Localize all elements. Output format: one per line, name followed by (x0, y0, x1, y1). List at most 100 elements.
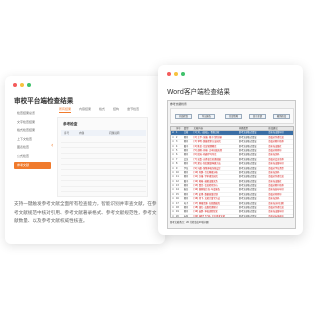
table-cell: 报告 (183, 188, 189, 192)
table-cell: [8] 郑洁. 知识图谱构建方法 (193, 162, 221, 166)
table-cell: 18 (175, 206, 179, 210)
close-dot-icon[interactable] (13, 83, 17, 87)
table-cell: 13 (175, 184, 179, 188)
table-row[interactable]: ☐ 20 标准 [20] GB/T 7714. 文后参考文献 参考文献格式错误 请核对标准… (171, 214, 293, 218)
sidebar-item[interactable]: 检查结果总览 (14, 110, 51, 118)
column-header: 序号 (175, 127, 181, 130)
window-controls (13, 83, 31, 87)
table-cell: 参考文献格式错误 (238, 214, 257, 218)
table-cell: 参考文献格式错误 (238, 210, 257, 214)
column-header: 文献内容 (193, 127, 203, 130)
table-cell: 文献 (183, 131, 189, 135)
table-cell: 期刊 (183, 162, 189, 166)
sidebar-item[interactable]: 公式检查 (14, 153, 51, 161)
table-cell: [9] 冯晨. 智能审校系统设计 (193, 166, 221, 170)
table-cell: 期刊 (183, 210, 189, 214)
table-cell: [10] 何静. 引文网络分析 (193, 170, 218, 174)
maximize-dot-icon[interactable] (181, 72, 185, 76)
table-cell: 参考文献格式错误 (238, 144, 257, 148)
table-cell: 14 (175, 188, 179, 192)
tab-content[interactable]: 内容结果 (79, 107, 91, 113)
feature-description: 支持一键触发参考文献全面所有检查能力，智能识别并审查文献，在参考文献规范中核对引… (14, 202, 157, 224)
table-cell: 请补充访问日期 (268, 201, 284, 205)
column-header: 类型 (183, 127, 189, 130)
tab-structure[interactable]: 结构 (113, 107, 119, 113)
list-item[interactable] (61, 187, 146, 192)
table-cell: 参考文献格式错误 (238, 201, 257, 205)
ignore-all-button[interactable]: 全部忽略 (225, 114, 242, 119)
table-cell: 期刊 (183, 206, 189, 210)
table-cell: 标准 (183, 214, 189, 218)
start-check-button[interactable]: 开始检查 (175, 114, 192, 119)
tab-all-results[interactable]: 所有结果 (59, 107, 72, 113)
table-cell: [1] 刘，《高校》，智能文献 (193, 131, 220, 135)
column-header: 内容 (79, 132, 85, 135)
table-cell: 期刊 (183, 184, 189, 188)
table-cell: 请核对学位类型 (268, 166, 284, 170)
tab-chapter[interactable]: 章节检查 (127, 107, 139, 113)
card-title: Word客户端检查结果 (167, 88, 231, 96)
table-cell: 期刊 (183, 148, 189, 152)
table-cell: 16 (175, 197, 179, 201)
table-cell: 3 (175, 140, 178, 144)
table-cell: 19 (175, 210, 179, 214)
platform-result-card: 审校平台端检查结果 检查结果总览 文字检查结果 格式检查结果 上下文检查 图表检… (5, 76, 165, 244)
table-cell: [18] 潘红. 出版伦理探讨 (193, 206, 218, 210)
table-cell: 请补充页码 (268, 153, 280, 157)
sidebar-item[interactable]: 文字检查结果 (14, 119, 51, 127)
results-table: 序号 类型 文献内容 问题类型 修改建议 ☑ 1 文献 [1] 刘，《高校》，智能文献… (170, 126, 294, 218)
table-cell: 请补充出版年份 (268, 210, 284, 214)
table-cell: 期刊 (183, 135, 189, 139)
export-report-button[interactable]: 导出报告 (198, 114, 215, 119)
table-cell: 期刊 (183, 153, 189, 157)
table-cell: 12 (175, 179, 179, 183)
toolbar: 开始检查 导出报告 全部忽略 显示全部 撤销修改 (170, 108, 294, 124)
table-cell: [19] 袁野. 审校流程优化 (193, 210, 218, 214)
sidebar-item[interactable]: 格式检查结果 (14, 127, 51, 135)
table-cell: 参考文献格式错误 (238, 197, 257, 201)
table-cell: 请核对作者信息 (268, 135, 284, 139)
sidebar-item-references[interactable]: 参考文献 (14, 161, 51, 170)
window-controls (167, 72, 185, 76)
close-dot-icon[interactable] (167, 72, 171, 76)
table-cell: 参考文献格式错误 (238, 170, 257, 174)
show-all-button[interactable]: 显示全部 (249, 114, 266, 119)
column-header: 修改建议 (268, 127, 278, 130)
maximize-dot-icon[interactable] (27, 83, 31, 87)
table-cell: 请核对作者信息 (268, 175, 284, 179)
table-cell: 请补充页码 (268, 197, 280, 201)
table-cell: 参考文献格式错误 (238, 157, 257, 161)
table-cell: 图书 (183, 179, 189, 183)
column-header: 问题说明 (109, 132, 120, 135)
table-cell: [7] 吴磊. 自然语言处理进展 (193, 157, 221, 161)
word-client-result-card: Word客户端检查结果 参考文献检查 开始检查 导出报告 全部忽略 显示全部 撤… (158, 65, 303, 235)
card-title: 审校平台端检查结果 (14, 97, 74, 105)
table-body: ☑ 1 文献 [1] 刘，《高校》，智能文献 参考文献格式错误 请补充出版年份 ☐ 2 期刊 [2… (171, 131, 293, 218)
table-cell: 期刊 (183, 170, 189, 174)
undo-button[interactable]: 撤销修改 (273, 114, 290, 119)
table-cell: 参考文献格式错误 (238, 131, 257, 135)
table-cell: 1 (175, 131, 178, 135)
tab-format[interactable]: 格式 (99, 107, 105, 113)
table-cell: 请核对期刊名称 (268, 184, 284, 188)
table-cell: 期刊 (183, 192, 189, 196)
table-cell: 17 (175, 201, 179, 205)
sidebar: 检查结果总览 文字检查结果 格式检查结果 上下文检查 图表检查 公式检查 参考文… (14, 110, 51, 170)
table-cell: 请核对标准编号 (268, 214, 284, 218)
window-title: 参考文献检查 (170, 102, 187, 106)
table-cell: 请补充页码 (268, 170, 280, 174)
table-cell: 参考文献格式错误 (238, 166, 257, 170)
table-cell: 参考文献格式错误 (238, 206, 257, 210)
table-cell: [15] 彭博. 数据质量控制 (193, 192, 218, 196)
minimize-dot-icon[interactable] (20, 83, 24, 87)
status-bar: 参考文献条目：20 共检查出20处问题 (170, 221, 209, 224)
chevron-left-icon[interactable]: ‹ (51, 142, 53, 149)
sidebar-item[interactable]: 上下文检查 (14, 136, 51, 144)
panel-rows (61, 137, 146, 192)
table-cell: 参考文献格式错误 (238, 188, 257, 192)
minimize-dot-icon[interactable] (174, 72, 178, 76)
table-cell: 请核对会议名称 (268, 157, 284, 161)
page: 审校平台端检查结果 检查结果总览 文字检查结果 格式检查结果 上下文检查 图表检… (0, 0, 310, 310)
sidebar-item[interactable]: 图表检查 (14, 144, 51, 152)
table-cell: 参考文献格式错误 (238, 184, 257, 188)
